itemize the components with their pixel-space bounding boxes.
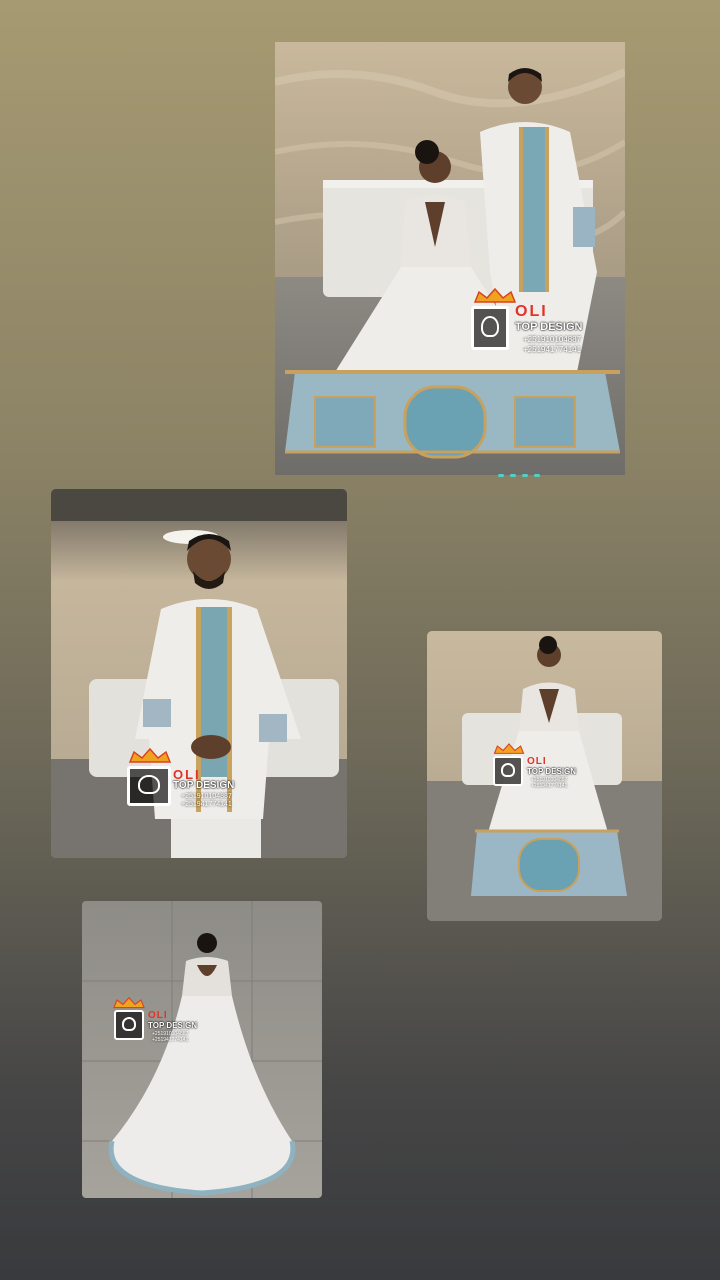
couple-photo-image [275,42,625,475]
bride-back-photo[interactable]: OLI TOP DESIGN +251910104887 +2519417741… [82,901,322,1198]
bride-front-photo[interactable]: OLI TOP DESIGN +251910104887 +2519417741… [427,631,662,921]
progress-dot [498,474,504,477]
couple-photo[interactable]: OLI TOP DESIGN +251910104887 +2519417741… [275,42,625,475]
progress-dot [522,474,528,477]
progress-dot [534,474,540,477]
bride-front-photo-image [427,631,662,921]
groom-photo[interactable]: OLI TOP DESIGN +251910104887 +2519417741… [51,489,347,858]
groom-photo-image [51,489,347,858]
progress-dot [510,474,516,477]
bride-back-photo-image [82,901,322,1198]
story-progress [498,474,548,478]
